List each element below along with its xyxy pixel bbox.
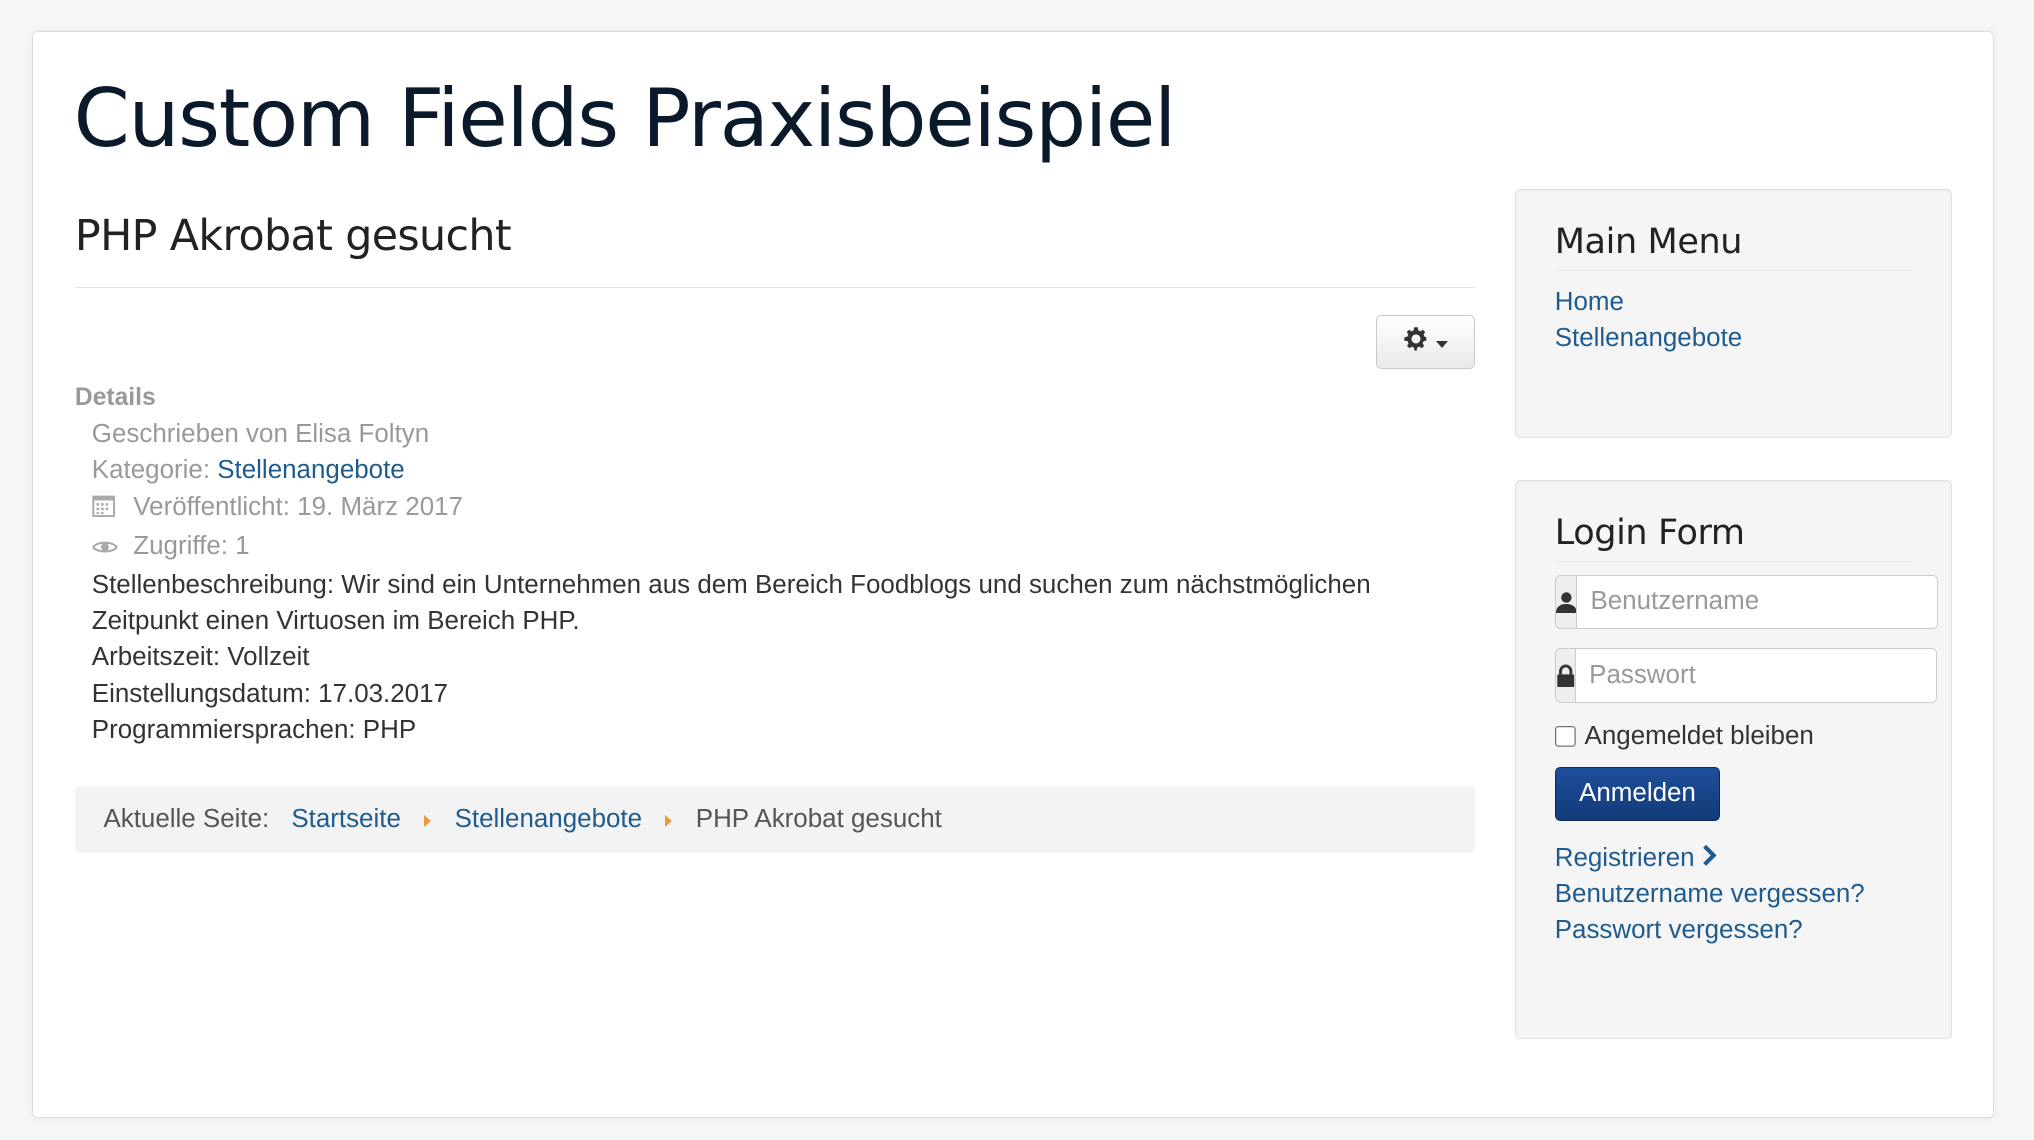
article-details: Details Geschrieben von Elisa Foltyn Kat… [75, 380, 463, 567]
hiring-date: Einstellungsdatum: 17.03.2017 [91, 679, 448, 708]
article-title: PHP Akrobat gesucht [74, 211, 1475, 289]
working-time: Arbeitszeit: Vollzeit [91, 643, 310, 672]
page-container: Custom Fields Praxisbeispiel PHP Akrobat… [32, 31, 1994, 1119]
chevron-right-icon [1702, 840, 1718, 876]
article-tools-button[interactable] [1376, 314, 1475, 370]
username-field [1554, 574, 1939, 629]
eye-icon [91, 530, 118, 566]
user-icon [1554, 574, 1577, 629]
breadcrumb-label: Aktuelle Seite: [103, 805, 270, 833]
login-links: Registrieren Benutzername vergessen? Pas… [1555, 840, 1912, 949]
username-input[interactable] [1576, 574, 1939, 629]
lock-icon [1554, 648, 1576, 703]
password-field [1554, 648, 1938, 703]
login-link-item: Benutzername vergessen? [1555, 876, 1912, 912]
login-button[interactable]: Anmelden [1554, 766, 1721, 822]
calendar-icon [92, 491, 118, 527]
article-content: PHP Akrobat gesucht Details Geschrieben … [74, 211, 1475, 854]
site-title: Custom Fields Praxisbeispiel [73, 71, 1177, 166]
breadcrumb: Aktuelle Seite: Startseite Stellenangebo… [74, 785, 1475, 854]
login-link-item: Passwort vergessen? [1555, 912, 1912, 948]
job-description: Stellenbeschreibung: Wir sind ein Untern… [91, 570, 1371, 635]
main-menu-title: Main Menu [1554, 221, 1913, 271]
hits-count: Zugriffe: 1 [133, 531, 250, 560]
details-label: Details [74, 383, 156, 411]
breadcrumb-arrow-icon [665, 815, 673, 828]
menu-item-home[interactable]: Home [1555, 288, 1624, 316]
gear-icon [1403, 326, 1429, 359]
breadcrumb-category-link[interactable]: Stellenangebote [455, 805, 643, 834]
category-line: Kategorie: Stellenangebote [92, 452, 463, 488]
breadcrumb-arrow-icon [424, 815, 432, 828]
remember-me[interactable]: Angemeldet bleiben [1554, 722, 1912, 751]
remember-checkbox[interactable] [1554, 725, 1577, 748]
category-link[interactable]: Stellenangebote [217, 456, 405, 484]
page-stage: Custom Fields Praxisbeispiel PHP Akrobat… [0, 0, 2034, 1140]
caret-down-icon [1435, 340, 1448, 349]
menu-item-stellenangebote[interactable]: Stellenangebote [1555, 324, 1743, 352]
login-form-module: Login Form Angemeldet bleiben Anmelden R… [1514, 479, 1952, 1039]
password-input[interactable] [1575, 648, 1938, 703]
main-menu-module: Main Menu Home Stellenangebote [1514, 189, 1952, 439]
breadcrumb-current: PHP Akrobat gesucht [695, 805, 942, 833]
remember-label: Angemeldet bleiben [1584, 722, 1814, 751]
register-link[interactable]: Registrieren [1555, 844, 1718, 872]
forgot-password-link[interactable]: Passwort vergessen? [1555, 916, 1803, 944]
author-line: Geschrieben von Elisa Foltyn [91, 420, 430, 449]
hits-line: Zugriffe: 1 [91, 528, 463, 567]
main-menu-list: Home Stellenangebote [1555, 284, 1912, 357]
forgot-username-link[interactable]: Benutzername vergessen? [1555, 880, 1865, 908]
menu-item: Stellenangebote [1555, 320, 1912, 356]
category-prefix: Kategorie: [91, 456, 218, 485]
article-body: Stellenbeschreibung: Wir sind ein Untern… [92, 567, 1441, 749]
programming-languages: Programmiersprachen: PHP [91, 715, 417, 744]
published-date: Veröffentlicht: 19. März 2017 [133, 492, 463, 521]
published-line: Veröffentlicht: 19. März 2017 [92, 489, 463, 528]
breadcrumb-home-link[interactable]: Startseite [291, 805, 401, 834]
login-form-title: Login Form [1554, 512, 1913, 562]
menu-item: Home [1555, 284, 1912, 320]
login-link-item: Registrieren [1555, 840, 1912, 876]
register-label: Registrieren [1554, 843, 1695, 872]
